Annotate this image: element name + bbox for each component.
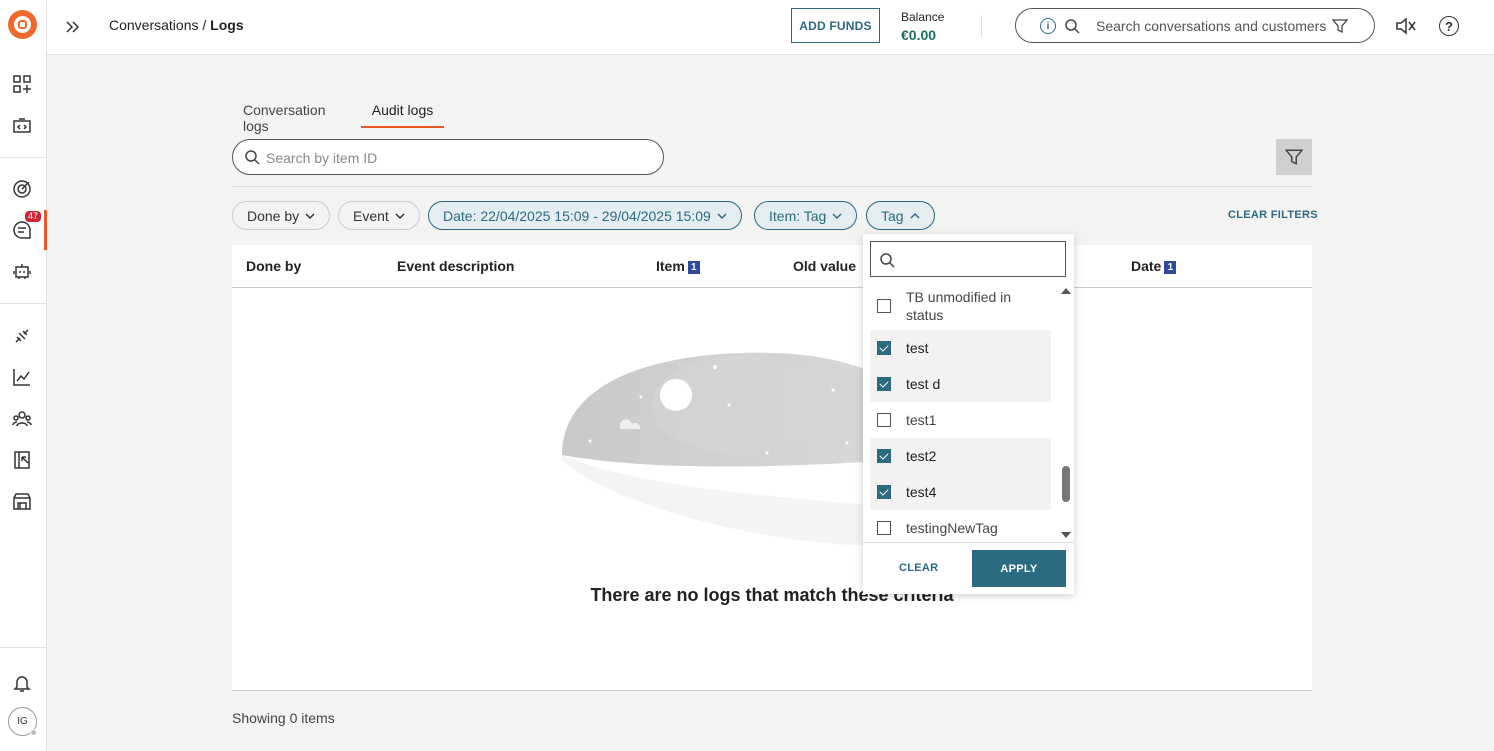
divider bbox=[863, 542, 1074, 543]
tag-option[interactable]: test4 bbox=[870, 474, 1051, 510]
tag-option[interactable]: test bbox=[870, 330, 1051, 366]
tag-search-input[interactable] bbox=[870, 241, 1066, 277]
column-header-old-value[interactable]: Old value bbox=[793, 258, 856, 274]
code-icon[interactable] bbox=[11, 115, 33, 137]
tag-filter-dropdown: TB unmodified in status test test d test… bbox=[863, 234, 1074, 594]
tab-audit-logs[interactable]: Audit logs bbox=[361, 92, 444, 128]
sort-priority-badge: 1 bbox=[1164, 261, 1177, 274]
checkbox[interactable] bbox=[877, 521, 891, 535]
chevron-down-icon bbox=[305, 212, 315, 219]
import-icon[interactable] bbox=[11, 449, 33, 471]
brand-logo-icon[interactable] bbox=[8, 10, 37, 39]
tag-apply-button[interactable]: APPLY bbox=[972, 550, 1066, 587]
empty-state-message: There are no logs that match these crite… bbox=[590, 585, 954, 605]
chevron-down-icon bbox=[832, 212, 842, 219]
column-header-event-description[interactable]: Event description bbox=[397, 258, 514, 274]
presence-status-dot bbox=[30, 729, 37, 736]
tag-option[interactable]: TB unmodified in status bbox=[870, 286, 1051, 326]
search-icon bbox=[1065, 19, 1080, 34]
filter-icon bbox=[1285, 149, 1303, 165]
tag-option[interactable]: test2 bbox=[870, 438, 1051, 474]
top-bar: Conversations / Logs ADD FUNDS Balance €… bbox=[47, 0, 1494, 55]
option-label: testingNewTag bbox=[906, 520, 998, 536]
scrollbar-thumb[interactable] bbox=[1062, 466, 1070, 502]
breadcrumb-parent[interactable]: Conversations / bbox=[109, 17, 206, 33]
tag-clear-button[interactable]: CLEAR bbox=[899, 562, 938, 574]
option-label: test4 bbox=[906, 484, 937, 500]
global-search-placeholder: Search conversations and customers bbox=[1096, 18, 1327, 34]
option-label: test bbox=[906, 340, 929, 356]
tag-option[interactable]: testingNewTag bbox=[870, 510, 1051, 542]
search-icon bbox=[880, 253, 895, 268]
divider bbox=[232, 186, 1312, 187]
info-icon[interactable]: i bbox=[1040, 18, 1056, 34]
chip-label: Date: 22/04/2025 15:09 - 29/04/2025 15:0… bbox=[443, 207, 711, 224]
item-count-label: Showing 0 items bbox=[232, 710, 335, 726]
option-label: test d bbox=[906, 376, 941, 392]
chip-label: Done by bbox=[247, 207, 300, 224]
unread-badge: 47 bbox=[25, 211, 42, 222]
apps-icon[interactable] bbox=[11, 73, 33, 95]
chevron-up-icon bbox=[910, 212, 920, 219]
chip-label: Item: Tag bbox=[769, 207, 827, 224]
expand-sidebar-icon[interactable] bbox=[63, 17, 83, 37]
filter-chip-item[interactable]: Item: Tag bbox=[754, 201, 858, 230]
integrations-icon[interactable] bbox=[11, 325, 33, 347]
filter-icon[interactable] bbox=[1332, 18, 1348, 34]
checkbox[interactable] bbox=[877, 485, 891, 499]
target-icon[interactable] bbox=[11, 178, 33, 200]
divider bbox=[981, 15, 982, 37]
checkbox[interactable] bbox=[877, 413, 891, 427]
scroll-down-arrow-icon[interactable] bbox=[1061, 532, 1071, 538]
active-indicator bbox=[44, 210, 47, 250]
analytics-icon[interactable] bbox=[11, 366, 33, 388]
balance-value: €0.00 bbox=[901, 27, 937, 43]
option-label: TB unmodified in status bbox=[906, 289, 1012, 323]
item-search-placeholder: Search by item ID bbox=[266, 150, 378, 166]
left-sidebar: 47 IG bbox=[0, 0, 47, 751]
checkbox[interactable] bbox=[877, 449, 891, 463]
filter-chip-event[interactable]: Event bbox=[338, 201, 420, 230]
column-header-item[interactable]: Item 1 bbox=[656, 258, 700, 274]
breadcrumb: Conversations / Logs bbox=[109, 17, 244, 33]
filter-chip-done-by[interactable]: Done by bbox=[232, 201, 331, 230]
column-header-date[interactable]: Date 1 bbox=[1131, 258, 1177, 274]
chip-label: Tag bbox=[881, 207, 904, 224]
clear-filters-button[interactable]: CLEAR FILTERS bbox=[1228, 209, 1318, 221]
search-icon bbox=[245, 150, 260, 165]
breadcrumb-current: Logs bbox=[210, 17, 244, 33]
conversations-icon[interactable] bbox=[11, 219, 33, 241]
balance-label: Balance bbox=[901, 10, 945, 24]
filter-toggle-button[interactable] bbox=[1276, 139, 1312, 175]
chevron-down-icon bbox=[717, 212, 727, 219]
item-id-search-input[interactable]: Search by item ID bbox=[232, 139, 664, 175]
global-search-input[interactable]: i Search conversations and customers bbox=[1015, 8, 1375, 43]
tag-options-list: TB unmodified in status test test d test… bbox=[863, 282, 1074, 542]
tag-option[interactable]: test d bbox=[870, 366, 1051, 402]
option-label: test2 bbox=[906, 448, 937, 464]
checkbox[interactable] bbox=[877, 377, 891, 391]
scroll-up-arrow-icon[interactable] bbox=[1061, 288, 1071, 294]
contacts-icon[interactable] bbox=[11, 408, 33, 430]
bell-icon[interactable] bbox=[11, 672, 33, 694]
bot-icon[interactable] bbox=[11, 260, 33, 282]
audit-log-table: Done by Event description Item 1 Old valu… bbox=[232, 245, 1312, 691]
checkbox[interactable] bbox=[877, 341, 891, 355]
table-header: Done by Event description Item 1 Old valu… bbox=[232, 245, 1312, 288]
filter-chip-tag[interactable]: Tag bbox=[866, 201, 935, 230]
add-funds-button[interactable]: ADD FUNDS bbox=[791, 8, 880, 43]
tag-option[interactable]: test1 bbox=[870, 402, 1051, 438]
option-label: test1 bbox=[906, 412, 937, 428]
chevron-down-icon bbox=[395, 212, 405, 219]
sound-muted-icon[interactable] bbox=[1395, 16, 1417, 41]
checkbox[interactable] bbox=[877, 299, 891, 313]
column-header-done-by[interactable]: Done by bbox=[246, 258, 301, 274]
tab-conversation-logs[interactable]: Conversation logs bbox=[243, 92, 351, 134]
filter-chip-date[interactable]: Date: 22/04/2025 15:09 - 29/04/2025 15:0… bbox=[428, 201, 742, 230]
chip-label: Event bbox=[353, 207, 389, 224]
help-icon[interactable]: ? bbox=[1439, 16, 1459, 36]
sort-priority-badge: 1 bbox=[687, 261, 700, 274]
store-icon[interactable] bbox=[11, 490, 33, 512]
